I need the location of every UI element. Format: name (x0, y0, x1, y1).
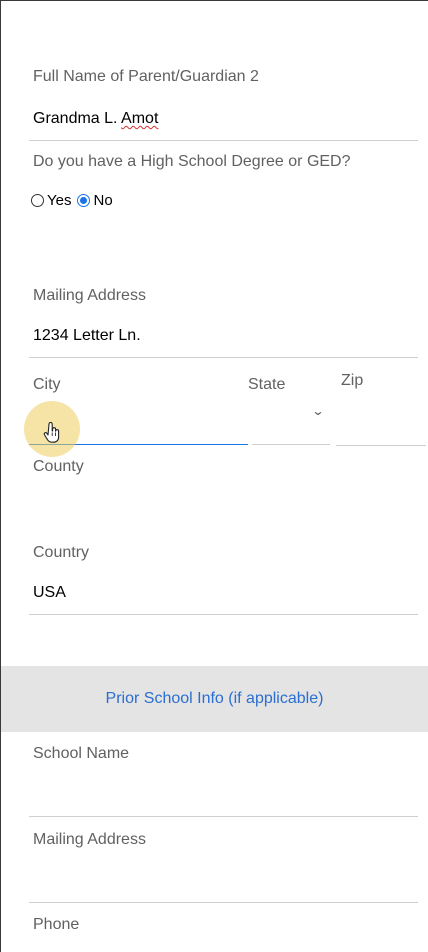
state-underline (252, 444, 330, 445)
hs-degree-question: Do you have a High School Degree or GED? (33, 153, 351, 170)
school-name-underline (29, 816, 418, 817)
hand-pointer-icon (43, 421, 61, 448)
county-input[interactable] (29, 480, 418, 520)
school-mailing-input[interactable] (29, 856, 418, 902)
chevron-down-icon[interactable]: ⌄ (311, 404, 324, 418)
county-label: County (33, 458, 84, 475)
state-label: State (248, 376, 286, 393)
parent2-underline (29, 140, 418, 141)
radio-yes[interactable] (31, 194, 44, 207)
prior-school-section-header: Prior School Info (if applicable) (1, 666, 428, 732)
city-label: City (33, 376, 61, 393)
school-mailing-underline (29, 902, 418, 903)
radio-no-label[interactable]: No (93, 192, 112, 209)
radio-no[interactable] (77, 194, 91, 207)
radio-yes-label[interactable]: Yes (47, 192, 71, 209)
zip-label: Zip (341, 372, 364, 389)
parent2-input[interactable]: Grandma L. Amot (33, 110, 158, 128)
zip-underline (336, 445, 426, 446)
school-phone-label: Phone (33, 916, 80, 933)
mailing-address-input[interactable]: 1234 Letter Ln. (33, 327, 141, 345)
school-name-input[interactable] (29, 770, 418, 816)
country-label: Country (33, 544, 90, 561)
parent2-label: Full Name of Parent/Guardian 2 (33, 68, 259, 85)
parent2-value-last: Amot (121, 110, 159, 127)
school-mailing-label: Mailing Address (33, 831, 146, 848)
country-input[interactable]: USA (33, 584, 66, 602)
mailing-address-label: Mailing Address (33, 287, 146, 304)
mailing-address-underline (29, 357, 418, 358)
zip-input[interactable] (336, 404, 426, 444)
parent2-value-first: Grandma L. (33, 110, 122, 127)
school-name-label: School Name (33, 745, 130, 762)
hs-degree-radio-group: Yes No (31, 192, 119, 209)
country-underline (29, 614, 418, 615)
prior-school-header-text: Prior School Info (if applicable) (105, 690, 324, 707)
